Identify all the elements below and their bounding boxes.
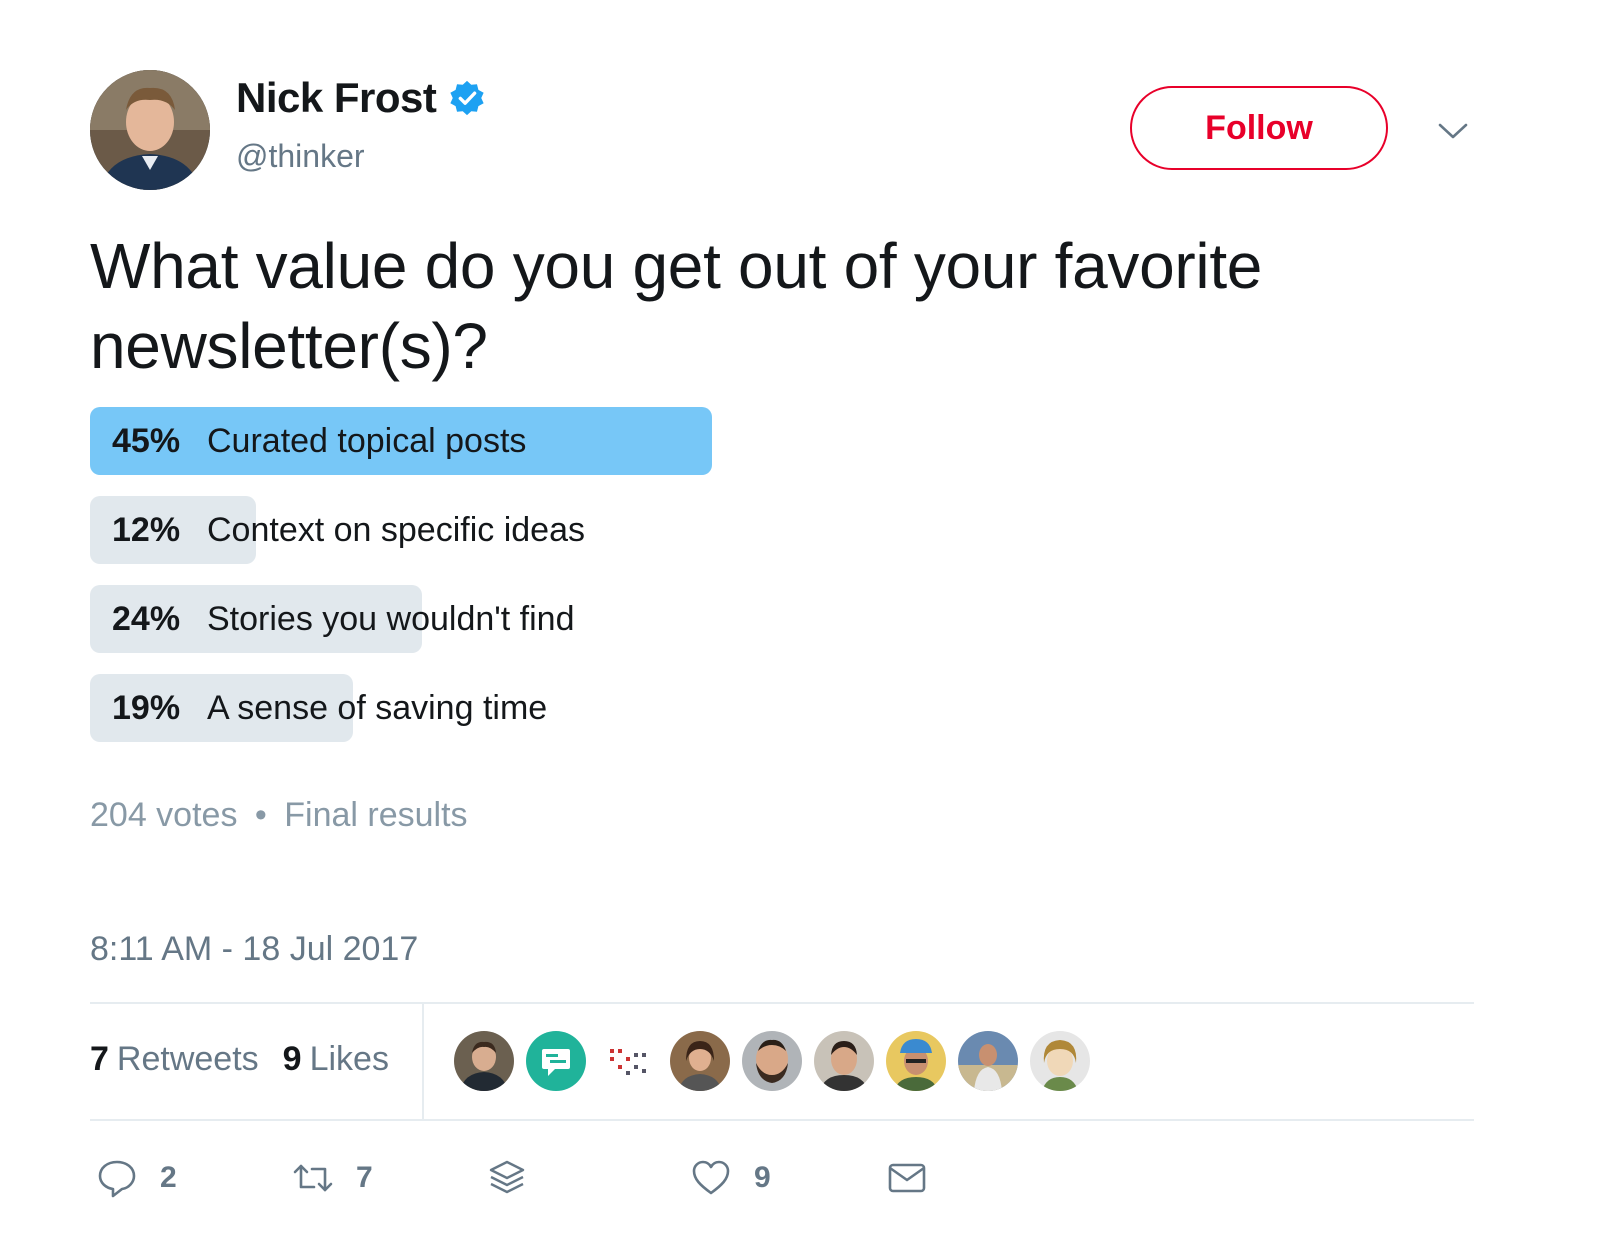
stats-divider [422,1004,424,1120]
follow-button[interactable]: Follow [1130,86,1388,170]
heart-icon [690,1157,732,1199]
retweets-label: Retweets [116,1040,259,1078]
envelope-icon [886,1157,928,1199]
liker-avatar[interactable] [670,1031,730,1091]
tweet-text: What value do you get out of your favori… [90,230,1263,382]
author-avatar[interactable] [90,70,210,190]
buffer-action[interactable] [486,1155,528,1201]
poll-option-text: Stories you wouldn't find [207,599,575,638]
poll-option-label: 45% Curated topical posts [112,407,526,475]
liker-avatar[interactable] [454,1031,514,1091]
divider-bottom [90,1119,1474,1121]
poll-percent: 24% [112,599,181,638]
poll-option: 24% Stories you wouldn't find [90,585,1390,653]
chevron-down-icon[interactable] [1436,118,1470,144]
divider-top [90,1002,1474,1004]
verified-badge-icon [448,79,486,117]
poll-option-label: 24% Stories you wouldn't find [112,585,574,653]
tweet-stats: 7 Retweets 9 Likes [90,1040,413,1079]
poll-option-text: Curated topical posts [207,421,527,460]
tweet-timestamp[interactable]: 8:11 AM - 18 Jul 2017 [90,930,418,969]
buffer-icon [486,1157,528,1199]
poll-option: 19% A sense of saving time [90,674,1390,742]
retweet-icon [292,1157,334,1199]
poll-option-label: 19% A sense of saving time [112,674,547,742]
likes-label: Likes [309,1040,389,1078]
poll-meta: 204 votes • Final results [90,796,468,835]
poll-option-text: A sense of saving time [207,688,548,727]
like-count: 9 [754,1161,771,1194]
poll: 45% Curated topical posts 12% Context on… [90,407,1390,763]
poll-option: 12% Context on specific ideas [90,496,1390,564]
liker-avatar[interactable] [742,1031,802,1091]
poll-percent: 12% [112,510,181,549]
direct-message-action[interactable] [886,1155,928,1201]
like-action[interactable]: 9 [690,1155,771,1201]
liker-avatar[interactable] [958,1031,1018,1091]
poll-option-text: Context on specific ideas [207,510,585,549]
liker-avatar[interactable] [1030,1031,1090,1091]
poll-option-label: 12% Context on specific ideas [112,496,585,564]
liker-avatar[interactable] [598,1031,658,1091]
reply-icon [96,1157,138,1199]
retweets-count: 7 [90,1040,109,1078]
reply-count: 2 [160,1161,177,1194]
liker-avatar[interactable] [526,1031,586,1091]
liker-avatar[interactable] [886,1031,946,1091]
retweet-action[interactable]: 7 [292,1155,373,1201]
poll-option: 45% Curated topical posts [90,407,1390,475]
tweet-actions: 2 7 9 [96,1155,1496,1201]
poll-separator: • [254,796,267,834]
likes-count: 9 [282,1040,302,1078]
retweets-stat[interactable]: 7 Retweets [90,1040,259,1079]
liker-avatar[interactable] [814,1031,874,1091]
author-name[interactable]: Nick Frost [236,74,437,122]
poll-percent: 19% [112,688,181,727]
poll-status: Final results [284,796,468,834]
poll-votes: 204 votes [90,796,238,834]
author-name-row: Nick Frost [236,74,486,122]
author-avatar-image [90,70,210,190]
retweet-count: 7 [356,1161,373,1194]
author-handle[interactable]: @thinker [236,138,365,175]
liker-avatars [454,1031,1102,1091]
poll-percent: 45% [112,421,181,460]
reply-action[interactable]: 2 [96,1155,177,1201]
likes-stat[interactable]: 9 Likes [283,1040,389,1079]
